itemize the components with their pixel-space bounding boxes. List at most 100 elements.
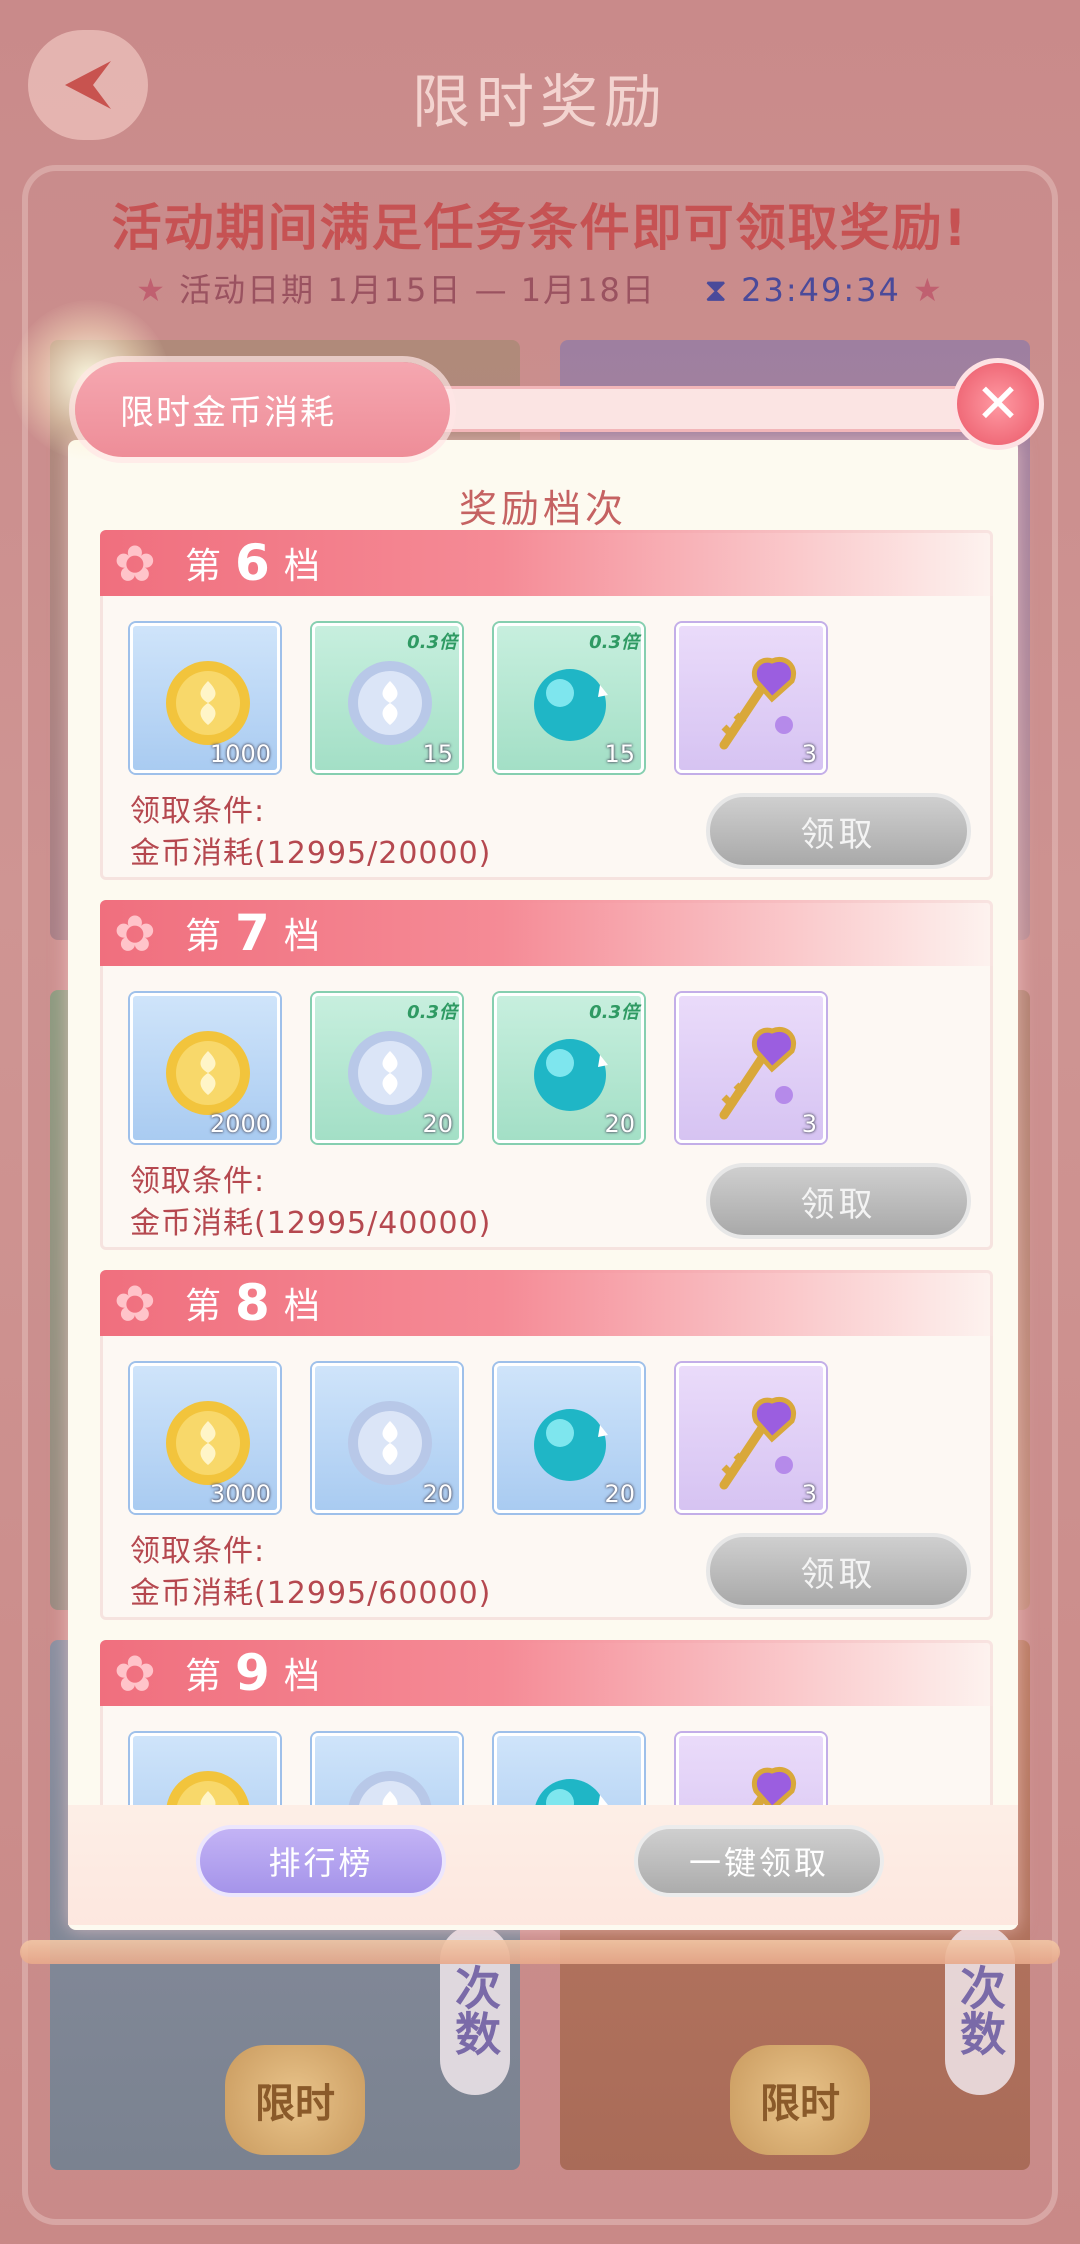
tier-header: ✿ 第 6 档 (100, 530, 993, 596)
tab-track (378, 386, 988, 432)
star-icon: ★ (913, 271, 944, 309)
claim-label: 领取 (800, 1554, 877, 1595)
condition-progress: 金币消耗(12995/60000) (130, 1576, 492, 1611)
tier-number: 6 (235, 534, 270, 592)
tier-suffix: 档 (283, 546, 320, 587)
star-icon: ★ (136, 271, 167, 309)
item-count: 20 (422, 1480, 453, 1508)
sakura-icon: ✿ (114, 905, 156, 963)
reward-item[interactable]: 0.3倍 15 (312, 623, 462, 773)
tier-prefix: 第 (185, 546, 222, 587)
condition-label: 领取条件: (130, 1534, 266, 1569)
reward-tier: ✿ 第 8 档 3000 20 20 3 领取条件: 金币消耗(12995/60000) 领取 (100, 1270, 993, 1620)
tier-number: 9 (235, 1644, 270, 1702)
claim-label: 领取 (800, 814, 877, 855)
claim-button[interactable]: 领取 (706, 1163, 971, 1239)
reward-item[interactable]: 3 (676, 993, 826, 1143)
tier-prefix: 第 (185, 916, 222, 957)
tier-prefix: 第 (185, 1656, 222, 1697)
reward-item[interactable]: 0.3倍 20 (494, 993, 644, 1143)
item-count: 3 (801, 1480, 817, 1508)
limited-badge-label: 限时 (760, 2081, 840, 2127)
golden-key-icon (694, 1011, 814, 1131)
multiplier-badge: 0.3倍 (589, 632, 639, 653)
item-count: 20 (422, 1110, 453, 1138)
leaderboard-label: 排行榜 (268, 1844, 374, 1882)
reward-item[interactable]: 2000 (130, 993, 280, 1143)
condition-progress: 金币消耗(12995/40000) (130, 1206, 492, 1241)
tier-header: ✿ 第 7 档 (100, 900, 993, 966)
condition-label: 领取条件: (130, 1164, 266, 1199)
limited-badge-label: 限时 (255, 2081, 335, 2127)
golden-key-icon (694, 1381, 814, 1501)
claim-condition: 领取条件: 金币消耗(12995/40000) (130, 1161, 491, 1245)
claim-all-label: 一键领取 (688, 1844, 829, 1882)
item-count: 3 (801, 740, 817, 768)
tier-header: ✿ 第 8 档 (100, 1270, 993, 1336)
limited-badge: 限时 (225, 2045, 365, 2155)
multiplier-badge: 0.3倍 (589, 1002, 639, 1023)
reward-tier: ✿ 第 7 档 2000 0.3倍 20 0.3倍 20 3 领取条件: 金币消耗(12995/400… (100, 900, 993, 1250)
screen-title: 限时奖励 (411, 68, 668, 136)
claim-all-button[interactable]: 一键领取 (634, 1825, 884, 1897)
condition-progress: 金币消耗(12995/20000) (130, 836, 492, 871)
item-count: 3 (801, 1110, 817, 1138)
reward-item[interactable] (676, 1733, 826, 1805)
reward-item[interactable]: 20 (494, 1363, 644, 1513)
tier-number: 7 (235, 904, 270, 962)
item-count: 2000 (209, 1110, 271, 1138)
sakura-icon: ✿ (114, 535, 156, 593)
claim-button[interactable]: 领取 (706, 793, 971, 869)
reward-item[interactable] (494, 1733, 644, 1805)
hourglass-icon: ⧗ (704, 271, 729, 309)
tier-number: 8 (235, 1274, 270, 1332)
multiplier-badge: 0.3倍 (407, 1002, 457, 1023)
tier-suffix: 档 (283, 916, 320, 957)
reward-item[interactable]: 3 (676, 623, 826, 773)
bottom-rail (20, 1940, 1060, 1964)
times-tag-label: 次数 (953, 1964, 1007, 2056)
reward-item[interactable]: 3 (676, 1363, 826, 1513)
leaderboard-button[interactable]: 排行榜 (196, 1825, 446, 1897)
countdown-timer: 23:49:34 (741, 271, 901, 309)
reward-item[interactable] (312, 1733, 462, 1805)
tier-list[interactable]: ✿ 第 6 档 1000 0.3倍 15 0.3倍 15 3 领取条件: 金币消耗(12995/200… (68, 530, 1018, 1805)
tier-suffix: 档 (283, 1286, 320, 1327)
gold-coin-icon (148, 1751, 268, 1805)
item-count: 3000 (209, 1480, 271, 1508)
reward-item[interactable]: 3000 (130, 1363, 280, 1513)
times-tag-label: 次数 (448, 1964, 502, 2056)
tier-prefix: 第 (185, 1286, 222, 1327)
tier-header: ✿ 第 9 档 (100, 1640, 993, 1706)
condition-label: 领取条件: (130, 794, 266, 829)
sakura-icon: ✿ (114, 1275, 156, 1333)
banner-title: 活动期间满足任务条件即可领取奖励! (111, 199, 969, 257)
claim-condition: 领取条件: 金币消耗(12995/20000) (130, 791, 491, 875)
golden-key-icon (694, 641, 814, 761)
reward-item[interactable]: 1000 (130, 623, 280, 773)
sakura-icon: ✿ (114, 1645, 156, 1703)
claim-button[interactable]: 领取 (706, 1533, 971, 1609)
close-button[interactable]: ✕ (952, 358, 1044, 450)
golden-key-icon (694, 1751, 814, 1805)
close-icon: ✕ (975, 372, 1021, 435)
tier-suffix: 档 (283, 1656, 320, 1697)
claim-condition: 领取条件: 金币消耗(12995/60000) (130, 1531, 491, 1615)
date-range: 1月15日 — 1月18日 (327, 271, 656, 309)
multiplier-badge: 0.3倍 (407, 632, 457, 653)
limited-badge: 限时 (730, 2045, 870, 2155)
item-count: 1000 (209, 740, 271, 768)
item-count: 20 (604, 1480, 635, 1508)
reward-item[interactable]: 0.3倍 20 (312, 993, 462, 1143)
tab-gold-consumption[interactable]: 限时金币消耗 (75, 362, 450, 457)
reward-item[interactable]: 0.3倍 15 (494, 623, 644, 773)
reward-item[interactable] (130, 1733, 280, 1805)
date-label: 活动日期 (179, 271, 316, 309)
section-title: 奖励档次 (458, 487, 627, 531)
reward-item[interactable]: 20 (312, 1363, 462, 1513)
item-count: 15 (422, 740, 453, 768)
claim-label: 领取 (800, 1184, 877, 1225)
teal-orb-icon (512, 1751, 632, 1805)
item-count: 15 (604, 740, 635, 768)
item-count: 20 (604, 1110, 635, 1138)
